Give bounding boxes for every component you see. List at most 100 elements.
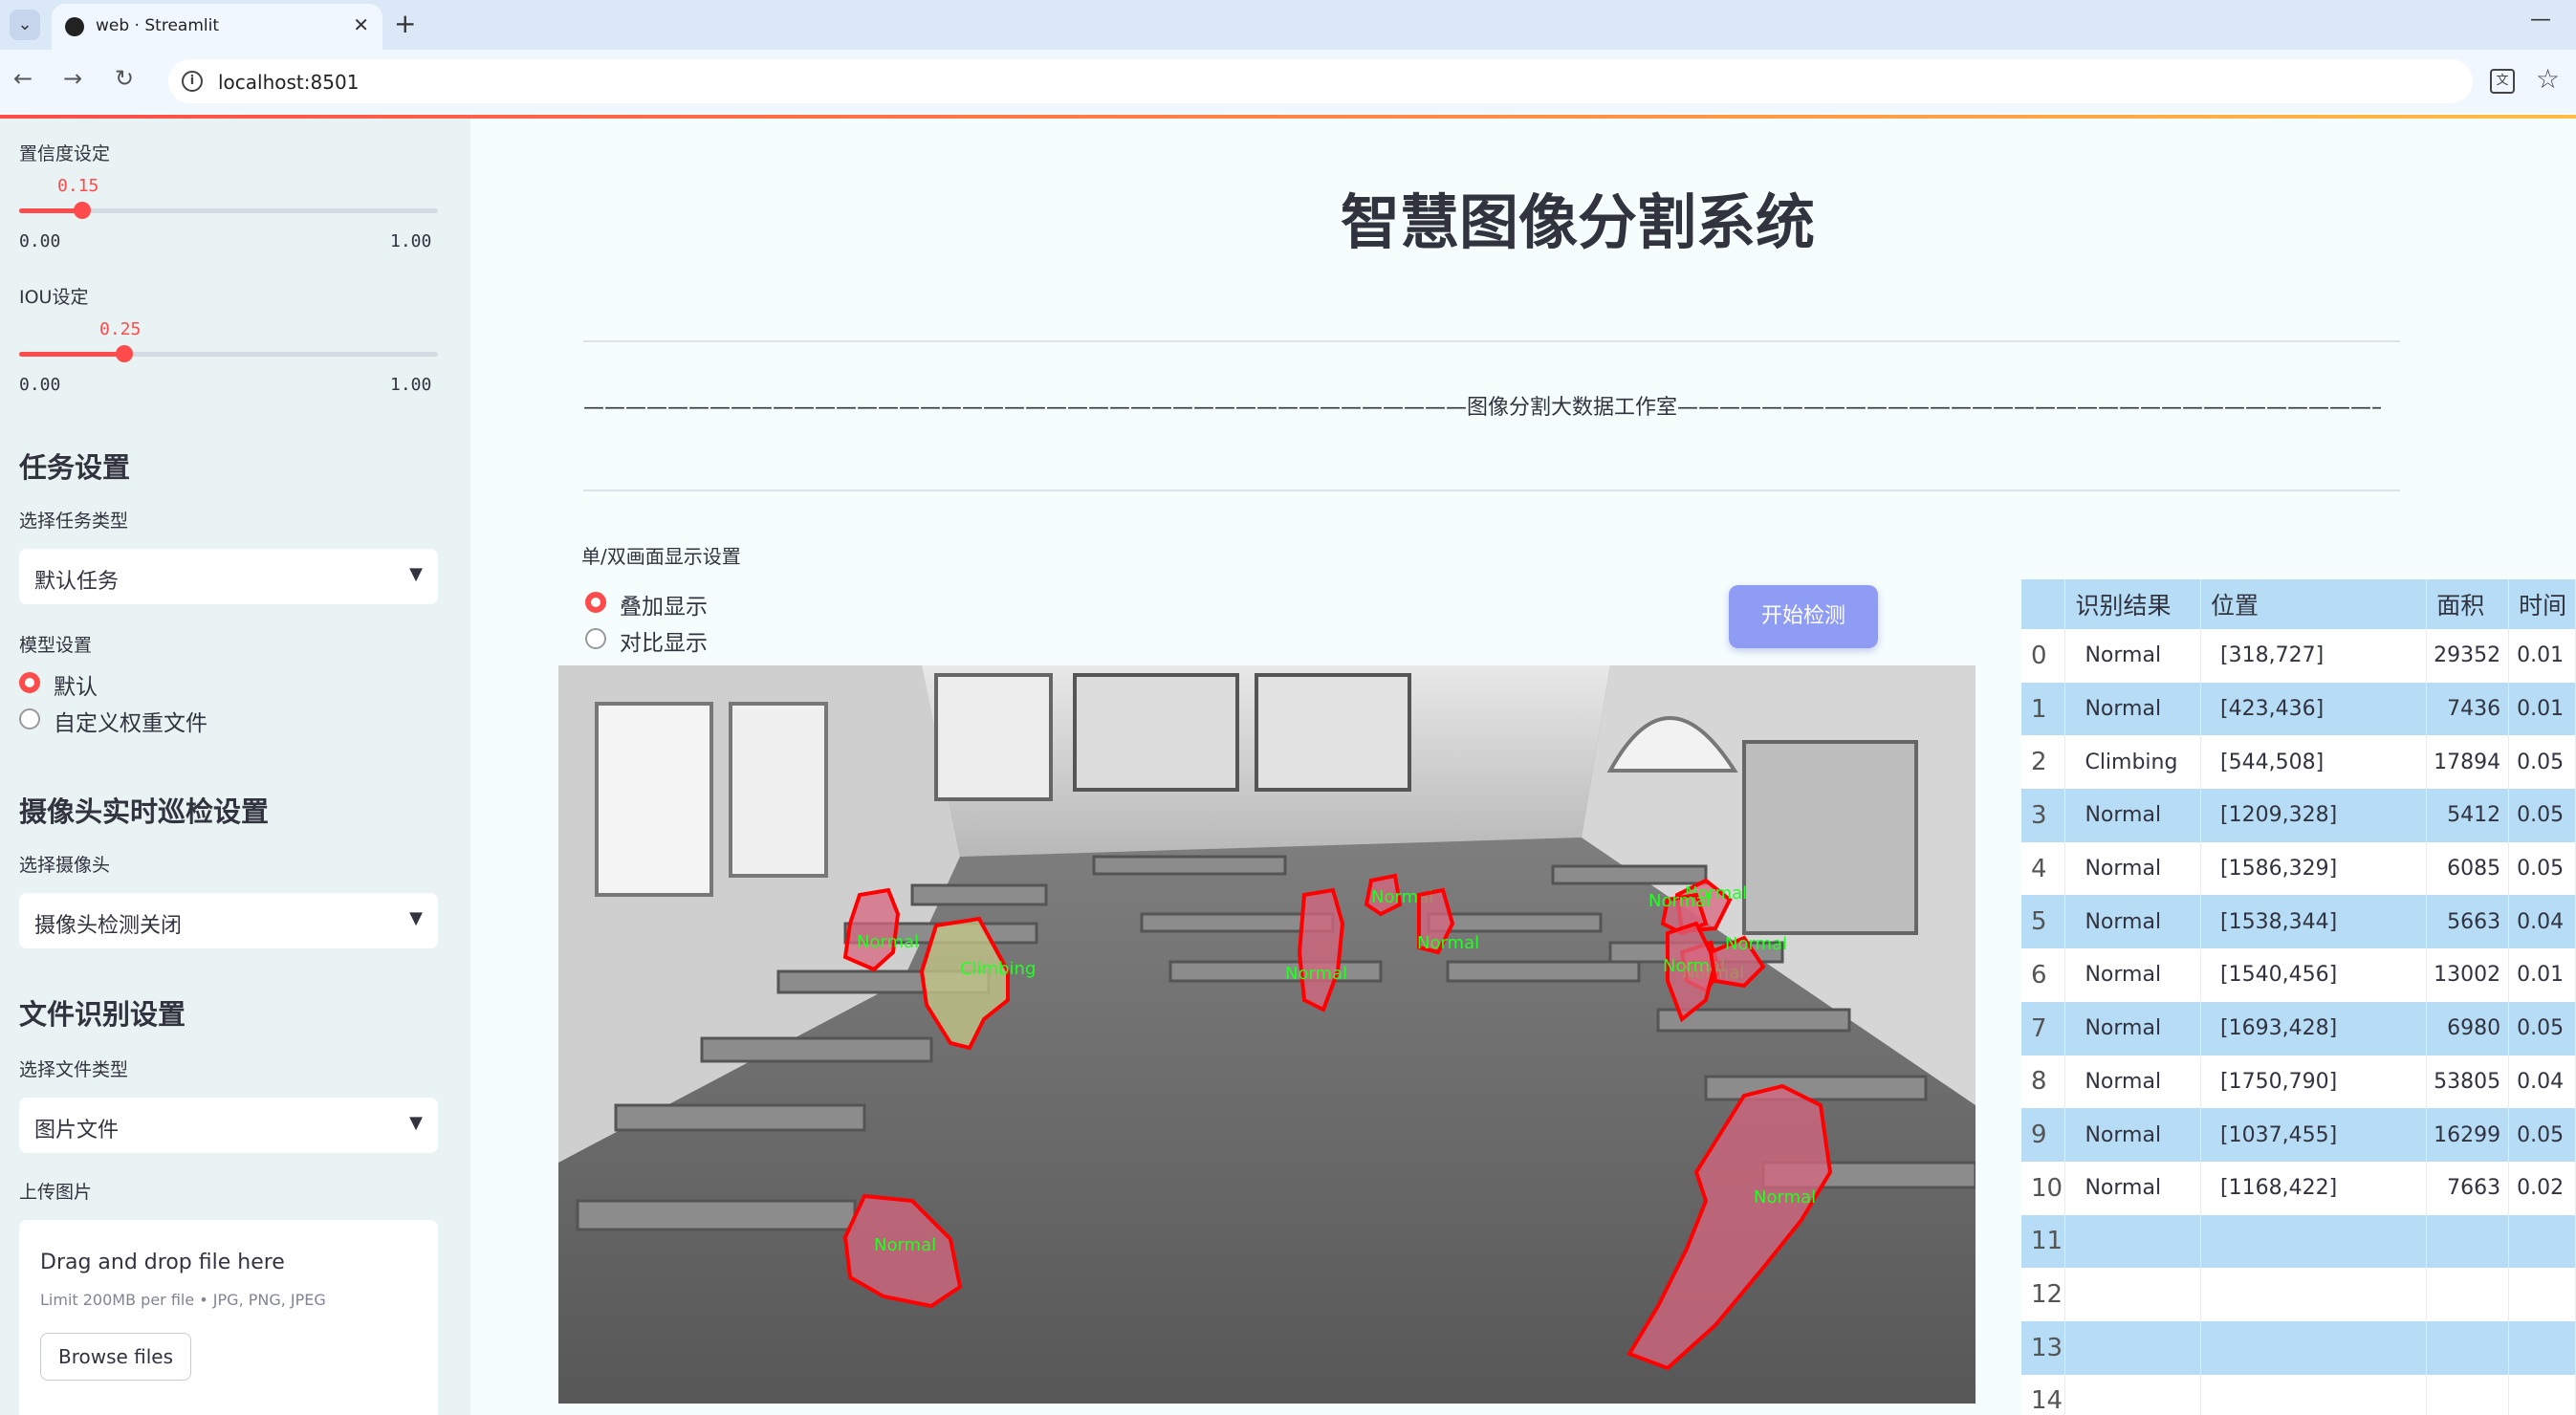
table-row: 12: [2021, 1268, 2576, 1321]
table-row: 2 Climbing [544,508] 17894 0.05: [2021, 735, 2576, 790]
translate-icon[interactable]: 文: [2490, 69, 2515, 94]
detection-overlay: Normal Normal Climbing Normal Normal Normal No…: [842, 873, 1833, 1371]
site-info-icon[interactable]: i: [182, 71, 203, 92]
row-result: Normal: [2064, 1055, 2202, 1109]
row-result: Normal: [2064, 789, 2202, 842]
uploader-limit-text: Limit 200MB per file • JPG, PNG, JPEG: [40, 1291, 326, 1309]
mask-label: Normal: [857, 932, 919, 952]
url-text: localhost:8501: [218, 71, 360, 94]
model-option-default-label: 默认: [54, 675, 98, 700]
forward-icon[interactable]: →: [63, 65, 82, 92]
row-result: Normal: [2064, 1108, 2202, 1162]
row-index: 7: [2021, 1001, 2066, 1056]
radio-unselected-icon[interactable]: [585, 628, 606, 649]
row-position: [1168,422]: [2200, 1161, 2428, 1215]
table-row: 7 Normal [1693,428] 6980 0.05: [2021, 1001, 2576, 1056]
mask-label: Normal: [1725, 934, 1787, 954]
row-position: [2200, 1268, 2428, 1321]
row-position: [2200, 1320, 2428, 1375]
confidence-label: 置信度设定: [19, 143, 111, 164]
table-row: 3 Normal [1209,328] 5412 0.05: [2021, 789, 2576, 842]
row-position: [1586,329]: [2200, 841, 2428, 896]
chevron-down-icon: ▼: [409, 564, 423, 584]
task-type-select[interactable]: 默认任务 ▼: [19, 549, 438, 604]
url-field[interactable]: i localhost:8501: [168, 59, 2473, 103]
iou-slider-thumb[interactable]: [115, 345, 133, 362]
row-index: 0: [2021, 629, 2066, 683]
row-position: [2200, 1214, 2428, 1269]
uploader-title: Drag and drop file here: [40, 1251, 285, 1274]
display-option-compare-label: 对比显示: [620, 631, 708, 656]
camera-settings-header: 摄像头实时巡检设置: [19, 795, 270, 828]
task-settings-header: 任务设置: [19, 451, 131, 484]
back-icon[interactable]: ←: [13, 65, 33, 92]
browser-tab[interactable]: web · Streamlit ✕: [52, 4, 382, 50]
close-tab-icon[interactable]: ✕: [353, 13, 369, 36]
streamlit-favicon-icon: [65, 17, 84, 36]
row-index: 3: [2021, 789, 2066, 842]
radio-selected-icon[interactable]: [585, 592, 606, 613]
row-area: 6085: [2426, 841, 2510, 896]
table-row: 10 Normal [1168,422] 7663 0.02: [2021, 1161, 2576, 1215]
bottom-divider: [583, 490, 2400, 491]
row-area: 13002: [2426, 948, 2510, 1002]
browse-files-button[interactable]: Browse files: [40, 1333, 191, 1381]
row-index: 12: [2021, 1268, 2066, 1321]
mask-label: Normal: [1417, 933, 1479, 953]
reload-icon[interactable]: ↻: [115, 65, 134, 92]
column-header-area[interactable]: 面积: [2426, 579, 2510, 629]
top-divider: [583, 340, 2400, 342]
bookmark-star-icon[interactable]: ☆: [2536, 63, 2560, 95]
row-position: [1037,455]: [2200, 1108, 2428, 1162]
row-result: [2064, 1374, 2202, 1415]
row-time: [2508, 1268, 2576, 1321]
file-uploader-dropzone[interactable]: Drag and drop file here Limit 200MB per …: [19, 1220, 438, 1415]
new-tab-icon[interactable]: +: [394, 8, 416, 39]
row-area: [2426, 1320, 2510, 1375]
row-time: 0.01: [2508, 629, 2576, 683]
table-row: 6 Normal [1540,456] 13002 0.01: [2021, 948, 2576, 1002]
row-index: 6: [2021, 948, 2066, 1002]
tab-title: web · Streamlit: [96, 16, 219, 35]
mask-label: Climbing: [960, 959, 1036, 979]
file-type-select[interactable]: 图片文件 ▼: [19, 1098, 438, 1153]
segmentation-result-image: Normal Normal Climbing Normal Normal Normal No…: [558, 665, 1976, 1404]
row-area: [2426, 1374, 2510, 1415]
row-area: 53805: [2426, 1055, 2510, 1109]
column-header-position[interactable]: 位置: [2200, 579, 2428, 629]
row-position: [1538,344]: [2200, 895, 2428, 949]
iou-slider[interactable]: [19, 345, 438, 362]
mask-label: Normal: [1754, 1187, 1816, 1208]
row-result: Normal: [2064, 1001, 2202, 1056]
mask-label: Normal: [1648, 891, 1711, 911]
table-row: 8 Normal [1750,790] 53805 0.04: [2021, 1055, 2576, 1109]
iou-label: IOU设定: [19, 287, 89, 308]
row-area: 6980: [2426, 1001, 2510, 1056]
row-time: 0.05: [2508, 789, 2576, 842]
row-result: [2064, 1268, 2202, 1321]
iou-slider-fill: [19, 352, 124, 357]
column-header-result[interactable]: 识别结果: [2064, 579, 2202, 629]
table-row: 13: [2021, 1320, 2576, 1375]
camera-select-label: 选择摄像头: [19, 855, 111, 876]
row-time: [2508, 1374, 2576, 1415]
row-result: Climbing: [2064, 735, 2202, 790]
row-result: Normal: [2064, 841, 2202, 896]
column-header-time[interactable]: 时间: [2508, 579, 2576, 629]
row-position: [423,436]: [2200, 682, 2428, 736]
radio-selected-icon[interactable]: [19, 672, 40, 693]
row-result: Normal: [2064, 948, 2202, 1002]
row-area: 7436: [2426, 682, 2510, 736]
iou-max: 1.00: [390, 375, 432, 395]
row-result: Normal: [2064, 895, 2202, 949]
minimize-window-icon[interactable]: —: [2530, 8, 2551, 32]
row-time: 0.04: [2508, 1055, 2576, 1109]
camera-select[interactable]: 摄像头检测关闭 ▼: [19, 893, 438, 948]
tab-list-dropdown-icon[interactable]: ⌄: [10, 10, 40, 40]
table-header-row: 识别结果 位置 面积 时间: [2021, 579, 2576, 629]
row-index: 5: [2021, 895, 2066, 949]
radio-unselected-icon[interactable]: [19, 708, 40, 729]
start-detection-button[interactable]: 开始检测: [1729, 585, 1878, 648]
row-index: 13: [2021, 1320, 2066, 1375]
row-index: 14: [2021, 1374, 2066, 1415]
